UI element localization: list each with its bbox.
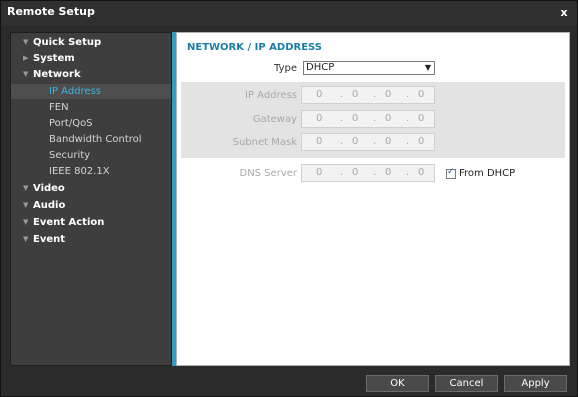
cancel-button[interactable]: Cancel <box>435 375 498 392</box>
type-label: Type <box>274 63 297 74</box>
tree-item-label: Event <box>33 234 66 245</box>
remote-setup-window: Remote Setup x ▼ Quick Setup ▶ System ▼ Net… <box>0 0 578 397</box>
dns-server-field[interactable]: 0 . 0 . 0 . 0 <box>301 164 435 182</box>
tree-item-system[interactable]: ▶ System <box>23 51 75 66</box>
window-title: Remote Setup <box>7 5 95 18</box>
tree-item-label: Audio <box>33 200 66 211</box>
apply-button[interactable]: Apply <box>504 375 567 392</box>
tree-item-label: System <box>33 53 75 64</box>
type-select[interactable]: DHCP ▼ <box>303 61 435 75</box>
expand-arrow-icon: ▼ <box>23 184 29 192</box>
expand-arrow-icon: ▼ <box>23 201 29 209</box>
ip-address-field[interactable]: 0 . 0 . 0 . 0 <box>301 86 435 104</box>
tree-item-label: Event Action <box>33 217 105 228</box>
settings-panel: NETWORK / IP ADDRESS Type DHCP ▼ IP Addr… <box>176 32 570 366</box>
tree-item-event[interactable]: ▼ Event <box>23 232 65 247</box>
tree-item-ieee-8021x[interactable]: IEEE 802.1X <box>11 164 171 179</box>
gateway-field[interactable]: 0 . 0 . 0 . 0 <box>301 110 435 128</box>
tree-item-audio[interactable]: ▼ Audio <box>23 198 65 213</box>
subnet-mask-field[interactable]: 0 . 0 . 0 . 0 <box>301 133 435 151</box>
tree-item-bandwidth-control[interactable]: Bandwidth Control <box>11 132 171 147</box>
tree-item-video[interactable]: ▼ Video <box>23 181 65 196</box>
type-select-value: DHCP <box>306 62 335 73</box>
expand-arrow-icon: ▼ <box>23 38 29 46</box>
close-button[interactable]: x <box>557 6 571 20</box>
from-dhcp-label: From DHCP <box>459 168 516 179</box>
tree-item-network[interactable]: ▼ Network <box>23 67 81 82</box>
tree-item-fen[interactable]: FEN <box>11 100 171 115</box>
gateway-label: Gateway <box>252 114 297 125</box>
dns-server-label: DNS Server <box>239 168 298 179</box>
ok-button[interactable]: OK <box>366 375 429 392</box>
settings-tree: ▼ Quick Setup ▶ System ▼ Network IP Address… <box>10 32 172 366</box>
expand-arrow-icon: ▼ <box>23 218 29 226</box>
expand-arrow-icon: ▼ <box>23 235 29 243</box>
from-dhcp-checkbox[interactable]: ✓ <box>446 167 456 179</box>
dropdown-arrow-icon: ▼ <box>424 63 431 72</box>
tree-item-label: Network <box>33 69 81 80</box>
ip-address-label: IP Address <box>245 90 297 101</box>
checkmark-icon: ✓ <box>447 167 455 177</box>
tree-item-label: Video <box>33 183 65 194</box>
tree-item-event-action[interactable]: ▼ Event Action <box>23 215 104 230</box>
collapse-arrow-icon: ▶ <box>23 54 29 62</box>
section-title: NETWORK / IP ADDRESS <box>187 42 322 53</box>
expand-arrow-icon: ▼ <box>23 70 29 78</box>
tree-item-ip-address[interactable]: IP Address <box>11 84 171 99</box>
subnet-mask-label: Subnet Mask <box>232 137 297 148</box>
tree-item-label: Quick Setup <box>33 37 102 48</box>
title-bar[interactable]: Remote Setup x <box>1 1 577 25</box>
tree-item-port-qos[interactable]: Port/QoS <box>11 116 171 131</box>
tree-item-quick-setup[interactable]: ▼ Quick Setup <box>23 35 101 50</box>
tree-item-security[interactable]: Security <box>11 148 171 163</box>
